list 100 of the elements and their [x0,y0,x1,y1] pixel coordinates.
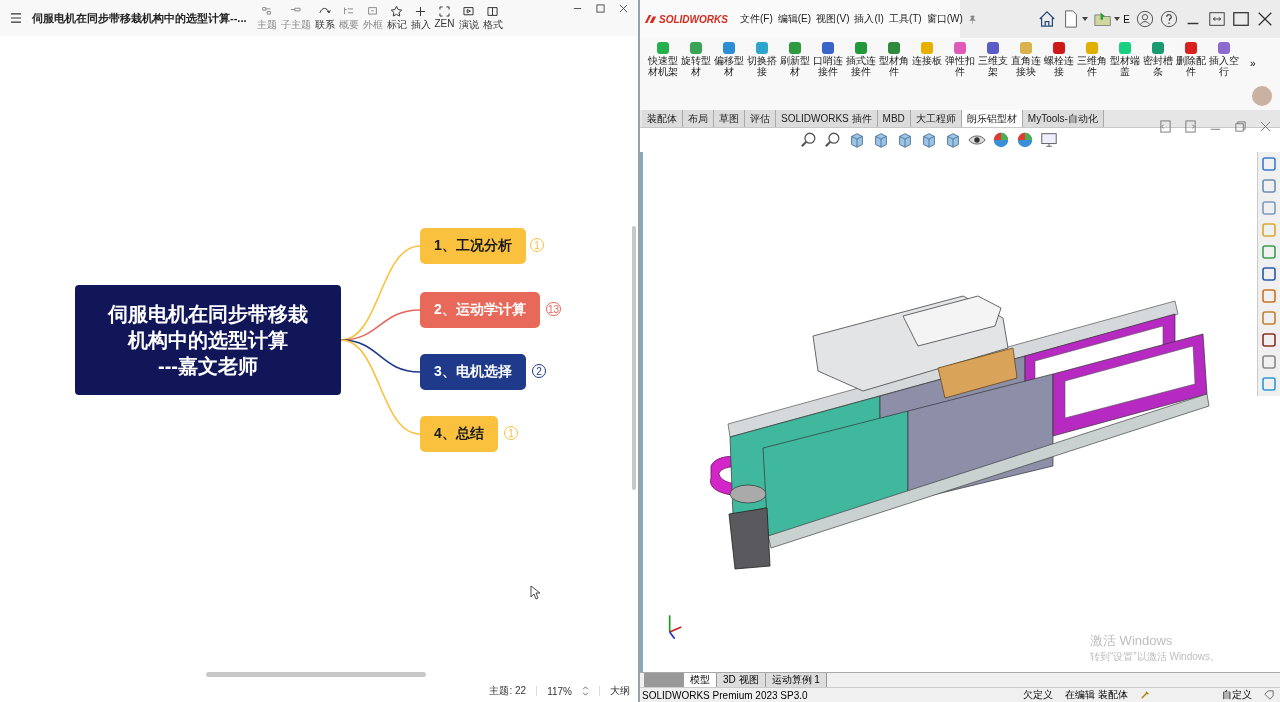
menu-item[interactable]: 编辑(E) [777,12,812,26]
outline-button[interactable]: 大纲 [610,684,630,698]
restore-icon[interactable] [1234,120,1247,133]
pin-icon[interactable] [967,14,977,24]
monitor-icon[interactable] [1040,131,1058,149]
activation-title: 激活 Windows [1090,632,1174,650]
editing-status: 在编辑 装配体 [1065,688,1128,702]
menu-item[interactable]: 视图(V) [816,12,850,26]
machine-assembly-drawing[interactable] [710,295,1210,570]
command-button[interactable]: 偏移型材 [712,38,745,77]
command-button[interactable]: 螺栓连接 [1042,38,1075,77]
window-right-icon[interactable] [1184,120,1197,133]
square-icon[interactable] [1261,244,1277,260]
toolbar-button[interactable]: 格式 [482,4,503,32]
caret-icon[interactable] [1082,17,1089,21]
command-button[interactable]: 连接板 [910,38,943,67]
command-button[interactable]: 旋转型材 [679,38,712,77]
toolbar-button[interactable]: 标记 [386,4,407,32]
zoom-level[interactable]: 117% [547,685,572,697]
stepper-icon[interactable] [582,686,589,696]
product-version: SOLIDWORKS Premium 2023 SP3.0 [642,689,808,701]
units-dropdown[interactable]: 自定义 [1222,688,1252,702]
square-icon[interactable] [1261,332,1277,348]
command-button[interactable]: 插式连接件 [844,38,877,77]
ribbon-tab[interactable]: MyTools-自动化 [1022,110,1104,127]
plus-icon [414,4,427,18]
rebuild-icon[interactable] [1140,690,1150,700]
scrollbar-thumb[interactable] [632,226,636,490]
window-left-icon[interactable] [1159,120,1172,133]
square-icon[interactable] [1261,266,1277,282]
logo-icon [644,14,657,24]
toolbar-button[interactable]: 联系 [314,4,335,32]
document-title: 伺服电机在同步带移栽机构中的选型计算--... [32,11,247,25]
menu-item[interactable]: 文件(F) [740,12,773,26]
close-icon[interactable] [1256,10,1274,28]
topic-node[interactable]: 4、总结 [420,416,498,452]
tile-icon[interactable] [1208,10,1226,28]
sphere-icon[interactable] [992,131,1010,149]
toolbar-button[interactable]: 演说 [458,4,479,32]
magnifier-icon[interactable] [800,131,818,149]
menu-item[interactable]: 插入(I) [854,12,884,26]
scrollbar-thumb[interactable] [206,672,426,677]
menu-icon[interactable] [10,13,22,23]
tag-icon[interactable] [1264,690,1274,700]
ribbon-tab[interactable]: 评估 [745,110,776,127]
model-tab[interactable]: 运动算例 1 [765,673,827,687]
play-icon [462,4,475,18]
square-icon[interactable] [1261,156,1277,172]
magnifier-icon[interactable] [824,131,842,149]
maximize-icon[interactable] [1232,10,1250,28]
more-button[interactable]: » [1250,58,1256,69]
ribbon-tab[interactable]: 大工程师 [910,110,962,127]
command-button[interactable]: 刷新型材 [778,38,811,77]
command-button[interactable]: 切换搭接 [745,38,778,77]
caret-icon[interactable] [1114,17,1121,21]
square-icon[interactable] [1261,310,1277,326]
home-icon[interactable] [1038,10,1057,28]
toolbar-button[interactable]: 插入 [410,4,431,32]
menu-item[interactable]: 窗口(W) [926,12,963,26]
fullscreen-icon [438,4,451,18]
ribbon-tab[interactable]: 布局 [683,110,714,127]
command-button[interactable]: 三维角件 [1075,38,1108,77]
cursor-icon [530,585,540,600]
square-icon[interactable] [1261,288,1277,304]
command-button[interactable]: 型材角件 [877,38,910,77]
user-icon[interactable] [1136,10,1154,28]
count-badge[interactable]: 2 [532,364,546,378]
topic-node[interactable]: 3、电机选择 [420,354,526,390]
panel-icon [486,4,499,18]
cube-icon[interactable] [944,131,962,149]
command-button[interactable]: 快速型材机架 [646,38,679,77]
cube-icon[interactable] [920,131,938,149]
ribbon-tab[interactable]: 朗乐铝型材 [961,110,1023,127]
command-button[interactable]: 型材端盖 [1108,38,1141,77]
ribbon-tab[interactable]: SOLIDWORKS 插件 [776,110,878,127]
ribbon-tab[interactable]: 装配体 [642,110,683,127]
command-button[interactable]: 密封槽条 [1141,38,1174,77]
command-button[interactable]: 三维支架 [976,38,1009,77]
toolbar-letter: E [1123,13,1130,25]
frame-icon [366,4,379,18]
model-tab[interactable]: 模型 [684,673,717,687]
command-button[interactable]: 直角连接块 [1009,38,1042,77]
sphere-icon[interactable] [1016,131,1034,149]
menu-item[interactable]: 工具(T) [888,12,922,26]
close-icon[interactable] [619,3,628,13]
command-button[interactable]: 删除配件 [1174,38,1207,77]
model-tab[interactable]: 3D 视图 [717,673,766,687]
toolbar-button[interactable]: ZEN [434,4,455,32]
star-icon [390,4,403,18]
square-icon[interactable] [1261,354,1277,370]
topic-node[interactable]: 1、工况分析 [420,228,526,264]
root-topic[interactable]: 伺服电机在同步带移栽 机构中的选型计算 ---嘉文老师 [75,285,341,395]
ribbon-tab[interactable]: 草图 [714,110,745,127]
app-logo-text: SOLIDWORKS [659,13,728,25]
command-button[interactable]: 弹性扣件 [943,38,976,77]
command-button[interactable]: 插入空行 [1207,38,1240,77]
ribbon-tab[interactable]: MBD [877,110,911,127]
help-icon[interactable] [1160,10,1178,28]
command-button[interactable]: 口哨连接件 [811,38,844,77]
square-icon[interactable] [1261,178,1277,194]
